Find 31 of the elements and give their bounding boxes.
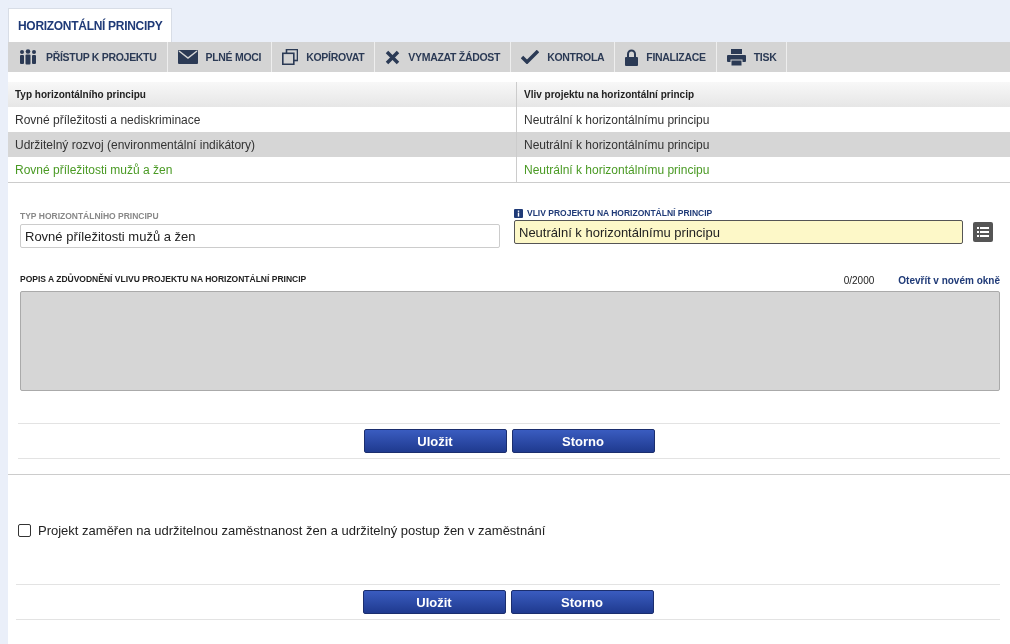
character-counter: 0/2000: [843, 275, 875, 286]
table-cell-text: Rovné příležitosti mužů a žen: [14, 161, 174, 179]
cross-icon: [385, 49, 401, 65]
save-button[interactable]: Uložit: [363, 429, 507, 453]
table-cell-text: Rovné příležitosti a nediskriminace: [14, 111, 202, 129]
description-field[interactable]: [20, 291, 1000, 391]
info-icon: [514, 208, 523, 218]
copy-icon: [282, 49, 299, 65]
column-header[interactable]: Typ horizontálního principu: [8, 82, 516, 107]
save-button[interactable]: Uložit: [362, 590, 506, 614]
list-icon: [977, 227, 989, 237]
list-button[interactable]: [973, 222, 993, 242]
type-field[interactable]: Rovné příležitosti mužů a žen: [20, 224, 500, 248]
tab[interactable]: HORIZONTÁLNÍ PRINCIPY: [8, 8, 173, 42]
check-icon: [521, 50, 540, 64]
people-icon: [18, 49, 38, 65]
cancel-button[interactable]: Storno: [511, 429, 655, 453]
field-label: TYP HORIZONTÁLNÍHO PRINCIPU: [20, 211, 160, 221]
printer-icon: [726, 48, 746, 66]
envelope-icon: [177, 50, 198, 64]
checkbox[interactable]: [18, 524, 31, 537]
table-cell: Neutrální k horizontálnímu principu: [516, 157, 1010, 182]
open-window-link[interactable]: Otevřít v novém okně: [898, 275, 1000, 286]
lock-icon: [625, 48, 639, 66]
field-label: POPIS A ZDŮVODNĚNÍ VLIVU PROJEKTU NA HORIZONTÁLNÍ PRINCIP: [20, 274, 307, 284]
checkbox-label: Projekt zaměřen na udržitelnou zaměstnanost žen a udržitelný postup žen v zaměstnání: [38, 523, 546, 538]
table-row[interactable]: Udržitelný rozvoj (environmentální indikátory) Neutrální k horizontálnímu principu: [8, 132, 1010, 157]
field-label: VLIV PROJEKTU NA HORIZONTÁLNÍ PRINCIP: [527, 208, 713, 218]
cancel-button[interactable]: Storno: [510, 590, 654, 614]
table-cell-text: Udržitelný rozvoj (environmentální indikátory): [14, 136, 257, 154]
impact-field[interactable]: Neutrální k horizontálnímu principu: [514, 220, 963, 244]
